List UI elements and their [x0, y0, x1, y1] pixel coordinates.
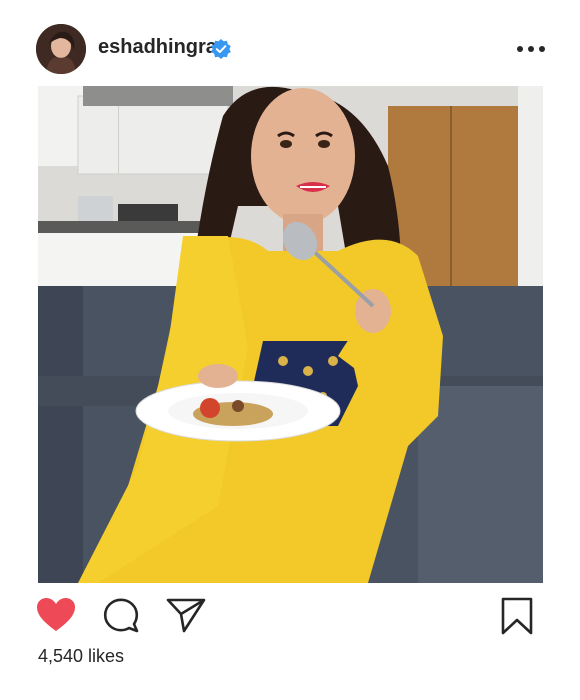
heart-icon[interactable]: [36, 597, 76, 633]
more-options-icon[interactable]: [515, 44, 547, 54]
action-bar: [0, 583, 580, 643]
comment-icon[interactable]: [103, 597, 139, 633]
likes-count[interactable]: 4,540 likes: [38, 646, 124, 667]
username[interactable]: eshadhingra: [98, 36, 217, 59]
bookmark-icon[interactable]: [500, 597, 534, 635]
post-header: eshadhingra: [0, 0, 580, 86]
avatar[interactable]: [36, 24, 86, 74]
send-icon[interactable]: [166, 597, 206, 633]
post-image[interactable]: [38, 86, 543, 583]
verified-badge-icon: [211, 39, 231, 59]
